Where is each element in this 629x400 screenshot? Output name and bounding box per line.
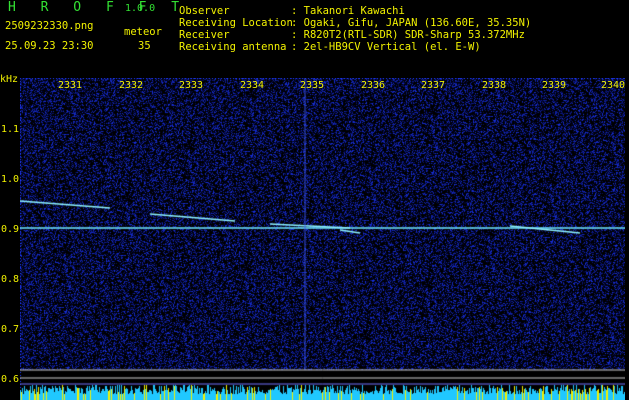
meteor-count: 35 xyxy=(138,40,151,52)
info-value: : 2el-HB9CV Vertical (el. E-W) xyxy=(291,41,481,53)
timestamp: 25.09.23 23:30 xyxy=(5,40,94,52)
y-tick-label: 1.1 xyxy=(1,124,20,135)
info-key: Receiving Location xyxy=(179,17,293,29)
x-tick-label: 2334 xyxy=(240,80,265,91)
y-axis-unit: kHz xyxy=(0,74,19,85)
x-tick-label: 2340 xyxy=(601,80,626,91)
x-tick-label: 2332 xyxy=(119,80,144,91)
info-value: : R820T2(RTL-SDR) SDR-Sharp 53.372MHz xyxy=(291,29,525,41)
x-tick-label: 2339 xyxy=(542,80,567,91)
file-name: 2509232330.png xyxy=(5,20,94,32)
info-key: Receiving antenna xyxy=(179,41,287,53)
x-tick-label: 2337 xyxy=(421,80,446,91)
info-value: : Ogaki, Gifu, JAPAN (136.60E, 35.35N) xyxy=(291,17,532,29)
y-tick-label: 0.6 xyxy=(1,374,20,385)
x-tick-label: 2335 xyxy=(300,80,325,91)
app-title: H R O F F T xyxy=(8,0,188,15)
y-tick-label: 0.7 xyxy=(1,324,20,335)
meteor-label: meteor xyxy=(124,26,162,38)
x-tick-label: 2336 xyxy=(361,80,386,91)
info-key: Observer xyxy=(179,5,230,17)
x-tick-label: 2338 xyxy=(482,80,507,91)
x-tick-label: 2331 xyxy=(58,80,83,91)
header-panel: H R O F F T 1.0.0 2509232330.png 25.09.2… xyxy=(0,0,629,72)
app-version: 1.0.0 xyxy=(125,3,156,14)
x-tick-label: 2333 xyxy=(179,80,204,91)
spectrogram-plot xyxy=(20,78,625,400)
y-tick-label: 0.8 xyxy=(1,274,20,285)
info-value: : Takanori Kawachi xyxy=(291,5,405,17)
y-tick-label: 1.0 xyxy=(1,174,20,185)
y-tick-label: 0.9 xyxy=(1,224,20,235)
info-key: Receiver xyxy=(179,29,230,41)
